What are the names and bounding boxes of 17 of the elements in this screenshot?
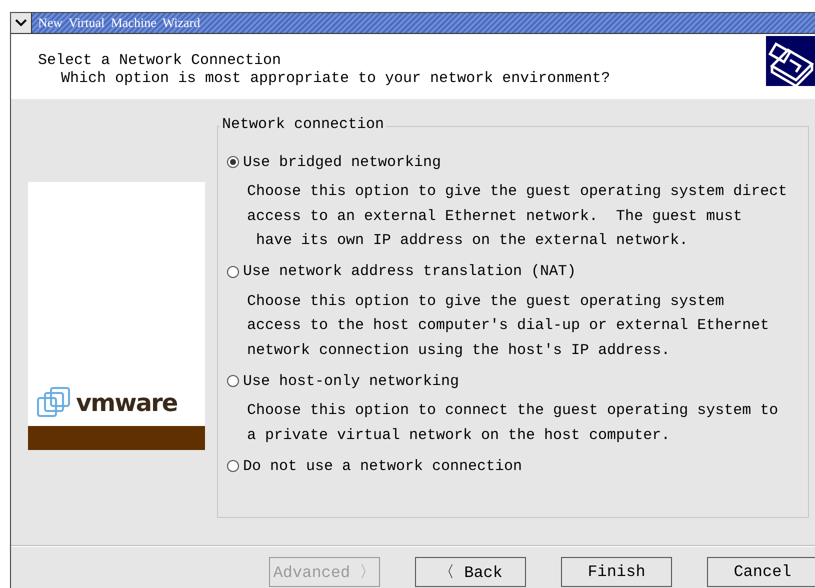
radio-option[interactable]: Use host-only networking (227, 369, 808, 393)
page-title: Select a Network Connection (38, 52, 282, 70)
option-description: Choose this option to give the guest operating system direct access to an external Ethernet network. The guest must have its own IP address on the external network. (246, 182, 788, 251)
window-menu-button[interactable] (11, 13, 32, 33)
option-description: Choose this option to connect the guest operating system to a private virtual network on the host computer. (246, 401, 780, 446)
radio-option[interactable]: Use network address translation (NAT) (227, 260, 808, 284)
wizard-button[interactable]: Cancel (707, 557, 815, 587)
logo-text: vmware (76, 389, 178, 417)
radio-option[interactable]: Use bridged networking (227, 150, 808, 174)
radio-option[interactable]: Do not use a network connection (227, 454, 808, 478)
chevron-down-icon (15, 19, 27, 27)
wizard-button[interactable]: Finish (561, 557, 672, 587)
wizard-button[interactable]: 〈 Back (415, 557, 526, 587)
window-title: New Virtual Machine Wizard (37, 15, 202, 31)
option-description: Choose this option to give the guest operating system access to the host computer's dial-up or external Ethernet network connection using the host's IP address. (246, 292, 770, 360)
page-subtitle: Which option is most appropriate to your network environment? (60, 70, 612, 88)
overlapping-squares-icon (36, 386, 72, 420)
